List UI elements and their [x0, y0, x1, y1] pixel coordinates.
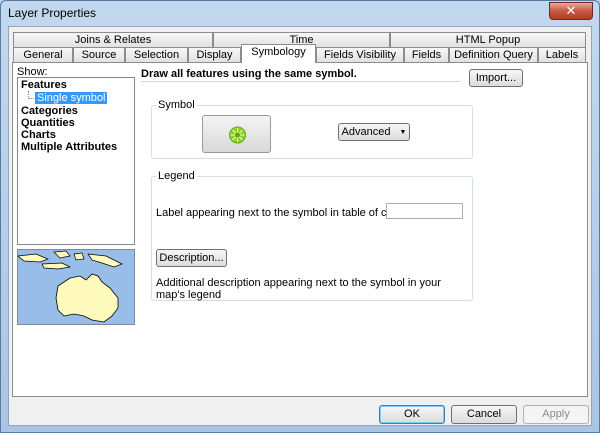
australia-map-icon: [18, 250, 134, 324]
tab-symbology[interactable]: Symbology: [241, 44, 316, 63]
tree-item-features[interactable]: Features: [21, 79, 67, 91]
tree-item-quantities[interactable]: Quantities: [21, 117, 75, 129]
tab-label: Display: [196, 49, 233, 61]
tab-labels[interactable]: Labels: [538, 47, 586, 63]
tab-label: Symbology: [251, 46, 306, 58]
legend-group-title: Legend: [156, 170, 197, 182]
tab-display[interactable]: Display: [188, 47, 241, 63]
advanced-dropdown-button[interactable]: Advanced ▼: [338, 123, 410, 141]
point-symbol-icon: [229, 126, 246, 144]
tab-definition-query[interactable]: Definition Query: [449, 47, 538, 63]
legend-label-input[interactable]: [386, 203, 463, 219]
cancel-button[interactable]: Cancel: [451, 405, 517, 424]
ok-button[interactable]: OK: [379, 405, 445, 424]
tab-label: Joins & Relates: [74, 34, 152, 46]
close-button[interactable]: ✕: [549, 2, 593, 20]
tab-fields[interactable]: Fields: [404, 47, 449, 63]
tab-label: General: [23, 49, 63, 61]
tab-label: Source: [81, 49, 117, 61]
tree-item-multiple-attributes[interactable]: Multiple Attributes: [21, 141, 117, 153]
tab-fields-visibility[interactable]: Fields Visibility: [316, 47, 404, 63]
renderer-description: Draw all features using the same symbol.: [141, 68, 461, 82]
import-button-label: Import...: [475, 72, 517, 84]
tab-label: Fields: [411, 49, 442, 61]
tab-label: Fields Visibility: [324, 49, 396, 61]
close-icon: ✕: [565, 3, 577, 18]
apply-button-label: Apply: [542, 408, 570, 420]
layer-properties-window: Layer Properties ✕ Joins & Relates Time …: [0, 0, 600, 433]
symbology-panel: Show: Features Single symbol Categories …: [12, 62, 588, 397]
cancel-button-label: Cancel: [466, 408, 502, 420]
tab-label: Definition Query: [454, 49, 533, 61]
symbol-group-title: Symbol: [156, 99, 197, 111]
description-button-label: Description...: [159, 252, 224, 264]
description-button[interactable]: Description...: [156, 249, 227, 267]
renderer-description-text: Draw all features using the same symbol.: [141, 68, 357, 80]
tree-connector: [28, 91, 34, 99]
symbol-button[interactable]: [202, 115, 271, 153]
dialog-client: Joins & Relates Time HTML Popup General …: [8, 26, 592, 426]
tab-label: HTML Popup: [455, 34, 521, 46]
window-title: Layer Properties: [8, 6, 97, 20]
title-bar[interactable]: Layer Properties ✕: [1, 1, 599, 25]
dropdown-arrow-icon: ▼: [399, 129, 407, 136]
tree-item-single-symbol[interactable]: Single symbol: [35, 92, 108, 104]
tab-html-popup[interactable]: HTML Popup: [390, 32, 586, 48]
tab-joins-relates[interactable]: Joins & Relates: [13, 32, 213, 48]
tab-label: Labels: [545, 49, 579, 61]
tree-item-categories[interactable]: Categories: [21, 105, 78, 117]
tab-source[interactable]: Source: [73, 47, 125, 63]
tab-selection[interactable]: Selection: [125, 47, 188, 63]
ok-button-label: OK: [404, 408, 420, 420]
import-button[interactable]: Import...: [469, 69, 523, 87]
renderer-preview-image: [17, 249, 135, 325]
legend-group: Legend Label appearing next to the symbo…: [151, 170, 473, 301]
apply-button[interactable]: Apply: [523, 405, 589, 424]
tab-general[interactable]: General: [13, 47, 73, 63]
renderer-tree[interactable]: Features Single symbol Categories Quanti…: [17, 77, 135, 245]
tab-label: Selection: [133, 49, 180, 61]
advanced-label: Advanced: [341, 126, 391, 138]
symbol-group: Symbol Advanced ▼: [151, 99, 473, 159]
legend-description-note: Additional description appearing next to…: [156, 277, 441, 301]
tree-item-charts[interactable]: Charts: [21, 129, 56, 141]
